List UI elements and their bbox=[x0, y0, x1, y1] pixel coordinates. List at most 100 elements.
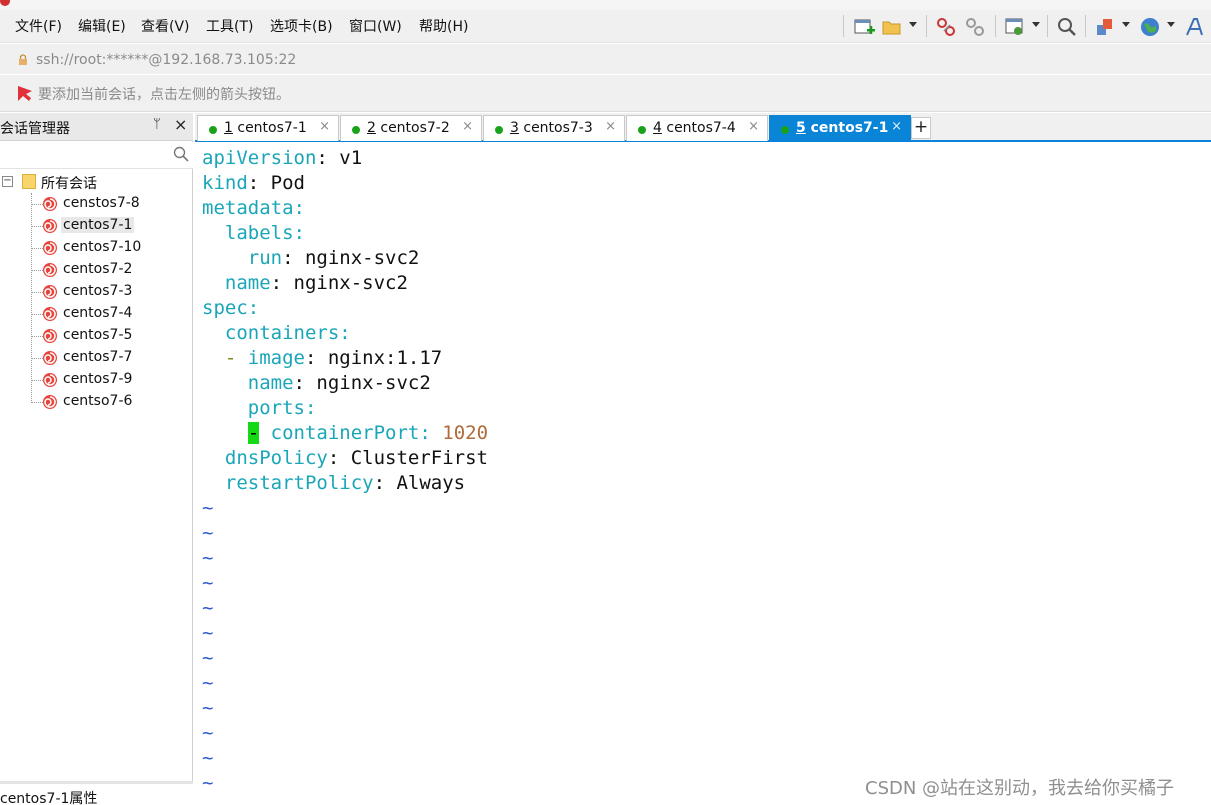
properties-footer-label: centos7-1属性 bbox=[0, 791, 98, 805]
session-item[interactable]: centos7-1 bbox=[0, 215, 193, 237]
tree-root-all-sessions[interactable]: − 所有会话 bbox=[0, 171, 193, 193]
session-swirl-icon bbox=[43, 395, 57, 409]
session-item[interactable]: centso7-6 bbox=[0, 391, 193, 413]
tab-session[interactable]: 5 centos7-1 × bbox=[769, 115, 911, 141]
tab-session[interactable]: 1 centos7-1 × bbox=[197, 115, 339, 141]
terminal-text: : Pod bbox=[247, 172, 305, 194]
terminal-text: spec bbox=[202, 297, 248, 319]
title-strip bbox=[0, 0, 1211, 10]
terminal-line: metadata: bbox=[202, 196, 305, 221]
session-item[interactable]: centos7-4 bbox=[0, 303, 193, 325]
menu-help[interactable]: 帮助(H) bbox=[419, 16, 468, 36]
app-logo-icon bbox=[0, 0, 10, 6]
terminal-text: : Always bbox=[373, 472, 466, 494]
tab-session[interactable]: 4 centos7-4 × bbox=[626, 115, 768, 141]
open-folder-dropdown-icon[interactable] bbox=[909, 22, 917, 27]
close-tab-icon[interactable]: × bbox=[605, 119, 616, 134]
terminal-line: ~ bbox=[202, 546, 213, 571]
menu-bar: 文件(F) 编辑(E) 查看(V) 工具(T) 选项卡(B) 窗口(W) 帮助(… bbox=[0, 10, 1211, 43]
collapse-icon[interactable]: − bbox=[2, 176, 13, 187]
font-icon[interactable] bbox=[1184, 16, 1206, 38]
add-session-arrow-icon[interactable] bbox=[16, 85, 33, 102]
toolbar-separator bbox=[995, 15, 996, 37]
disconnect-icon[interactable] bbox=[935, 16, 957, 38]
terminal-line: containers: bbox=[202, 321, 351, 346]
terminal-text: kind bbox=[202, 172, 248, 194]
session-item-label: centos7-10 bbox=[63, 239, 142, 255]
terminal-text: 1020 bbox=[442, 422, 489, 444]
terminal-line: name: nginx-svc2 bbox=[202, 271, 408, 296]
session-item[interactable]: censtos7-8 bbox=[0, 193, 193, 215]
terminal-line: ~ bbox=[202, 696, 213, 721]
tab-label: 4 centos7-4 bbox=[653, 120, 736, 136]
session-item[interactable]: centos7-3 bbox=[0, 281, 193, 303]
terminal-text: ~ bbox=[202, 522, 214, 544]
tab-session[interactable]: 2 centos7-2 × bbox=[340, 115, 482, 141]
tab-session[interactable]: 3 centos7-3 × bbox=[483, 115, 625, 141]
address-field[interactable]: ssh://root:******@192.168.73.105:22 bbox=[8, 48, 1204, 72]
toolbar-separator bbox=[1047, 15, 1048, 37]
globe-icon[interactable] bbox=[1139, 16, 1161, 38]
terminal-text: - bbox=[202, 347, 248, 369]
close-tab-icon[interactable]: × bbox=[891, 119, 902, 134]
terminal-text: run bbox=[202, 247, 283, 269]
transfer-icon[interactable] bbox=[1094, 16, 1116, 38]
tab-number: 2 bbox=[367, 120, 376, 136]
session-item[interactable]: centos7-5 bbox=[0, 325, 193, 347]
tab-number: 1 bbox=[224, 120, 233, 136]
open-folder-icon[interactable] bbox=[881, 16, 903, 38]
reconnect-icon[interactable] bbox=[964, 16, 986, 38]
terminal-line: ~ bbox=[202, 671, 213, 696]
tree-root-label: 所有会话 bbox=[41, 176, 97, 192]
properties-dropdown-icon[interactable] bbox=[1032, 22, 1040, 27]
properties-footer: centos7-1属性 bbox=[0, 781, 193, 805]
terminal-text: ~ bbox=[202, 672, 214, 694]
session-search-input[interactable] bbox=[0, 142, 193, 169]
menu-tools[interactable]: 工具(T) bbox=[206, 16, 253, 36]
menu-window[interactable]: 窗口(W) bbox=[349, 16, 402, 36]
pin-icon[interactable]: ᛘ bbox=[153, 117, 161, 132]
close-tab-icon[interactable]: × bbox=[748, 119, 759, 134]
terminal-text: image bbox=[247, 347, 305, 369]
menu-edit[interactable]: 编辑(E) bbox=[78, 16, 126, 36]
menu-tabs[interactable]: 选项卡(B) bbox=[270, 16, 333, 36]
terminal-text: ~ bbox=[202, 497, 214, 519]
find-icon[interactable] bbox=[1056, 16, 1078, 38]
globe-dropdown-icon[interactable] bbox=[1167, 22, 1175, 27]
terminal-text: metadata bbox=[202, 197, 294, 219]
session-manager-title: 会话管理器 bbox=[0, 121, 70, 137]
add-tab-button[interactable]: + bbox=[911, 117, 931, 139]
session-item-label: centso7-6 bbox=[63, 393, 133, 409]
terminal-text: ~ bbox=[202, 572, 214, 594]
terminal-text: dnsPolicy bbox=[202, 447, 328, 469]
toolbar-separator bbox=[843, 15, 844, 37]
close-tab-icon[interactable]: × bbox=[319, 119, 330, 134]
new-session-icon[interactable] bbox=[853, 16, 875, 38]
menu-view[interactable]: 查看(V) bbox=[141, 16, 190, 36]
transfer-dropdown-icon[interactable] bbox=[1122, 22, 1130, 27]
tab-title: centos7-3 bbox=[518, 120, 593, 136]
session-item-label: centos7-2 bbox=[63, 261, 133, 277]
search-icon[interactable] bbox=[173, 146, 189, 162]
terminal-line: ~ bbox=[202, 721, 213, 746]
session-item[interactable]: centos7-9 bbox=[0, 369, 193, 391]
session-item[interactable]: centos7-10 bbox=[0, 237, 193, 259]
properties-icon[interactable] bbox=[1004, 16, 1026, 38]
session-item[interactable]: centos7-2 bbox=[0, 259, 193, 281]
hint-text: 要添加当前会话，点击左侧的箭头按钮。 bbox=[38, 87, 290, 103]
terminal-area[interactable]: apiVersion: v1 kind: Pod metadata: labels:… bbox=[195, 143, 1211, 805]
terminal-line: ~ bbox=[202, 521, 213, 546]
terminal-text: : ClusterFirst bbox=[327, 447, 488, 469]
menu-file[interactable]: 文件(F) bbox=[15, 16, 62, 36]
session-item[interactable]: centos7-7 bbox=[0, 347, 193, 369]
terminal-text: ~ bbox=[202, 647, 214, 669]
terminal-text: : bbox=[293, 197, 305, 219]
close-panel-icon[interactable]: × bbox=[174, 115, 187, 134]
terminal-line: ~ bbox=[202, 771, 213, 796]
session-item-label: centos7-9 bbox=[63, 371, 133, 387]
tab-number: 4 bbox=[653, 120, 662, 136]
toolbar-separator bbox=[926, 15, 927, 37]
session-item-label: centos7-1 bbox=[61, 217, 135, 233]
close-tab-icon[interactable]: × bbox=[462, 119, 473, 134]
